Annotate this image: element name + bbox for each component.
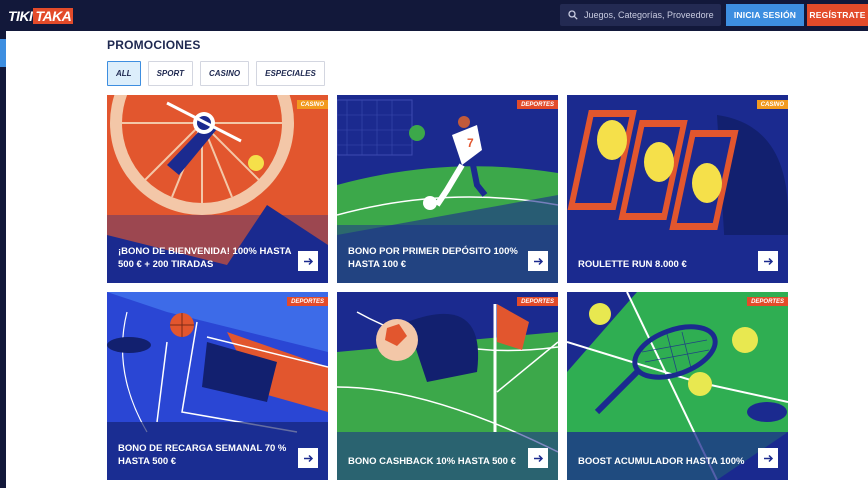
category-tag: DEPORTES (287, 297, 328, 306)
category-tag: DEPORTES (517, 297, 558, 306)
promo-title: ROULETTE RUN 8.000 € (578, 259, 687, 270)
arrow-right-icon (303, 454, 313, 462)
category-tag: CASINO (756, 100, 788, 109)
category-tag: DEPORTES (517, 100, 558, 109)
svg-text:7: 7 (467, 136, 474, 150)
promo-card-roulette-run[interactable]: CASINO ROULETTE RUN 8.000 € (567, 95, 788, 283)
promotions-grid: CASINO ¡BONO DE BIENVENIDA! 100% HASTA 5… (107, 95, 789, 482)
promo-title: ¡BONO DE BIENVENIDA! 100% HASTA 500 € + … (118, 246, 292, 270)
category-tag: CASINO (296, 100, 328, 109)
arrow-right-button[interactable] (528, 251, 548, 271)
category-tag: DEPORTES (747, 297, 788, 306)
promo-title: BONO POR PRIMER DEPÓSITO 100% HASTA 100 … (348, 246, 518, 270)
promo-title: BONO DE RECARGA SEMANAL 70 % HASTA 500 € (118, 443, 287, 467)
search-icon (568, 10, 578, 20)
search-input[interactable] (582, 9, 716, 21)
page-title: PROMOCIONES (107, 38, 201, 52)
promo-filter-tabs: ALL SPORT CASINO ESPECIALES (107, 61, 325, 86)
logo-text-left: TIKI (8, 7, 33, 24)
filter-sport[interactable]: SPORT (147, 61, 193, 86)
promo-title: BONO CASHBACK 10% HASTA 500 € (348, 456, 516, 467)
filter-casino[interactable]: CASINO (199, 61, 250, 86)
promo-card-welcome-bonus[interactable]: CASINO ¡BONO DE BIENVENIDA! 100% HASTA 5… (107, 95, 328, 283)
arrow-right-button[interactable] (298, 448, 318, 468)
top-navigation-bar: TIKI TAKA INICIA SESIÓN REGÍSTRATE (0, 0, 868, 31)
filter-all[interactable]: ALL (107, 61, 141, 86)
slot-machine-illustration (567, 95, 788, 283)
promo-card-weekly-reload[interactable]: DEPORTES BONO DE RECARGA SEMANAL 70 % HA… (107, 292, 328, 480)
arrow-right-button[interactable] (758, 448, 778, 468)
arrow-right-icon (533, 454, 543, 462)
login-button[interactable]: INICIA SESIÓN (726, 4, 804, 26)
football-corner-illustration (337, 292, 558, 480)
arrow-right-button[interactable] (758, 251, 778, 271)
sidebar-collapsed[interactable] (0, 31, 6, 488)
arrow-right-icon (763, 257, 773, 265)
promo-card-first-deposit[interactable]: 7 DEPORTES BONO POR PRIMER DEPÓSITO 100%… (337, 95, 558, 283)
search-box[interactable] (560, 4, 721, 26)
sidebar-active-indicator (0, 39, 6, 67)
filter-especiales[interactable]: ESPECIALES (256, 61, 325, 86)
arrow-right-button[interactable] (528, 448, 548, 468)
logo-text-right: TAKA (33, 7, 74, 24)
promo-card-accumulator-boost[interactable]: DEPORTES BOOST ACUMULADOR HASTA 100% (567, 292, 788, 480)
promo-title: BOOST ACUMULADOR HASTA 100% (578, 456, 745, 467)
promo-card-cashback[interactable]: DEPORTES BONO CASHBACK 10% HASTA 500 € (337, 292, 558, 480)
arrow-right-icon (533, 257, 543, 265)
arrow-right-button[interactable] (298, 251, 318, 271)
arrow-right-icon (303, 257, 313, 265)
register-button[interactable]: REGÍSTRATE (807, 4, 868, 26)
arrow-right-icon (763, 454, 773, 462)
tikitaka-logo[interactable]: TIKI TAKA (8, 7, 74, 24)
tennis-illustration (567, 292, 788, 480)
